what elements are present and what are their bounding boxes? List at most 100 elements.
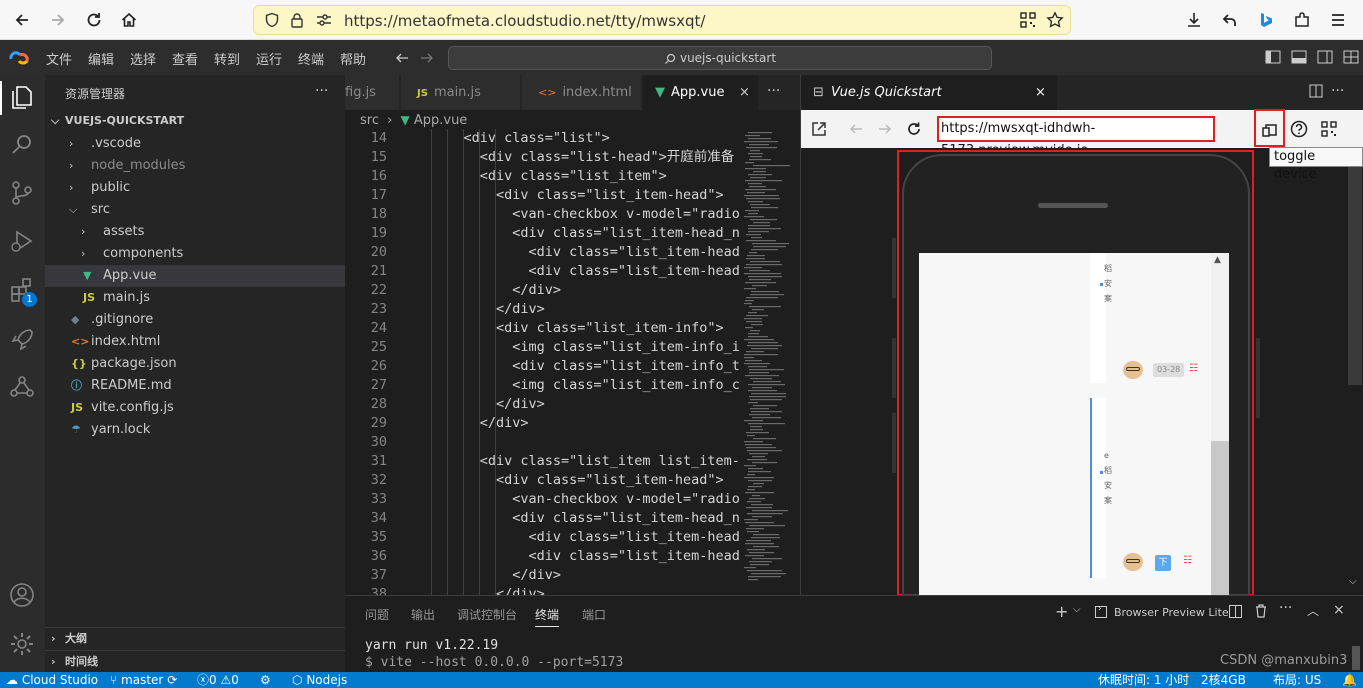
- tree-item[interactable]: ⓘ README.md: [45, 375, 345, 397]
- code-line[interactable]: 26 <div class="list_item-info_t: [345, 357, 740, 376]
- open-external-icon[interactable]: [811, 121, 827, 137]
- add-terminal-icon[interactable]: +: [1055, 602, 1068, 621]
- undo-icon[interactable]: [1218, 8, 1242, 32]
- code-line[interactable]: 33 <van-checkbox v-model="radio: [345, 490, 740, 509]
- tree-item[interactable]: › .vscode: [45, 133, 345, 155]
- close-icon[interactable]: ×: [1035, 75, 1046, 110]
- scrollbar[interactable]: ▲: [1211, 253, 1229, 595]
- customize-layout-icon[interactable]: [1343, 50, 1359, 64]
- tab-main-js[interactable]: JS main.js: [401, 75, 521, 110]
- tree-item[interactable]: ◆ .gitignore: [45, 309, 345, 331]
- scrollbar-thumb[interactable]: [1211, 441, 1229, 595]
- tree-item[interactable]: › public: [45, 177, 345, 199]
- code-line[interactable]: 17 <div class="list_item-head">: [345, 186, 740, 205]
- bing-icon[interactable]: [1254, 8, 1278, 32]
- list-icon[interactable]: ☷: [1183, 555, 1192, 566]
- preview-scrollbar[interactable]: [1348, 148, 1362, 385]
- tab-debug-console[interactable]: 调试控制台: [457, 606, 517, 623]
- branch-indicator[interactable]: ⑂ master ⟳: [110, 672, 177, 688]
- favorite-star-icon[interactable]: [1046, 11, 1064, 29]
- terminal-scrollbar[interactable]: [1352, 646, 1360, 670]
- tab-ports[interactable]: 端口: [582, 606, 606, 623]
- nav-forward-icon[interactable]: [420, 51, 434, 65]
- close-icon[interactable]: ×: [739, 75, 750, 110]
- phone-screen[interactable]: 稻 安 案 03-28 ☷ e 稻 安 案 下 ☷ ▲: [919, 253, 1229, 595]
- code-line[interactable]: 18 <van-checkbox v-model="radio: [345, 205, 740, 224]
- search-sidebar-icon[interactable]: [8, 131, 36, 159]
- code-line[interactable]: 23 </div>: [345, 300, 740, 319]
- code-line[interactable]: 21 <div class="list_item-head_: [345, 262, 740, 281]
- preview-back-icon[interactable]: [849, 122, 863, 136]
- extensions-icon[interactable]: [1290, 8, 1314, 32]
- source-control-icon[interactable]: [8, 179, 36, 207]
- nav-back-icon[interactable]: [395, 51, 409, 65]
- trash-icon[interactable]: [1255, 604, 1267, 618]
- toggle-panel-icon[interactable]: [1291, 50, 1307, 64]
- code-line[interactable]: 28 </div>: [345, 395, 740, 414]
- menu-terminal[interactable]: 终端: [298, 49, 324, 68]
- split-editor-icon[interactable]: [1309, 84, 1323, 98]
- tab-config-js[interactable]: fig.js: [345, 75, 400, 110]
- run-debug-icon[interactable]: [8, 227, 36, 255]
- workspace-root[interactable]: ⌵ VUEJS-QUICKSTART: [45, 110, 345, 132]
- tree-item[interactable]: {} package.json: [45, 353, 345, 375]
- qr-code-icon[interactable]: [1020, 12, 1036, 28]
- tree-item[interactable]: › assets: [45, 221, 345, 243]
- qr-code-icon[interactable]: [1321, 121, 1337, 137]
- menu-edit[interactable]: 编辑: [88, 49, 114, 68]
- code-line[interactable]: 35 <div class="list_item-head_: [345, 528, 740, 547]
- browser-preview-terminal[interactable]: Browser Preview Lite: [1114, 606, 1229, 619]
- toggle-secondary-sidebar-icon[interactable]: [1317, 50, 1333, 64]
- code-line[interactable]: 36 <div class="list_item-head_: [345, 547, 740, 566]
- code-line[interactable]: 30: [345, 433, 740, 452]
- code-line[interactable]: 25 <img class="list_item-info_i: [345, 338, 740, 357]
- code-line[interactable]: 27 <img class="list_item-info_c: [345, 376, 740, 395]
- tree-item[interactable]: › components: [45, 243, 345, 265]
- command-center[interactable]: vuejs-quickstart: [448, 46, 992, 70]
- preview-more-icon[interactable]: ···: [1331, 83, 1344, 99]
- explorer-icon[interactable]: [8, 83, 36, 111]
- tab-preview[interactable]: ⊟ Vue.js Quickstart Demo(node:5173) ×: [801, 75, 1057, 135]
- split-terminal-icon[interactable]: [1229, 605, 1242, 618]
- close-icon[interactable]: ×: [1333, 602, 1345, 618]
- breadcrumb-file[interactable]: App.vue: [414, 113, 467, 128]
- tab-terminal[interactable]: 终端: [535, 606, 560, 627]
- tree-item[interactable]: ⌵ src: [45, 199, 345, 221]
- address-bar[interactable]: https://metaofmeta.cloudstudio.net/tty/m…: [253, 5, 1071, 35]
- preview-forward-icon[interactable]: [878, 122, 892, 136]
- help-icon[interactable]: [1290, 120, 1308, 138]
- code-line[interactable]: 37 </div>: [345, 566, 740, 585]
- downloads-icon[interactable]: [1182, 8, 1206, 32]
- home-icon[interactable]: [117, 8, 141, 32]
- tree-item[interactable]: JS main.js: [45, 287, 345, 309]
- settings-gear-icon[interactable]: [8, 630, 36, 658]
- keyboard-layout[interactable]: 布局: US: [1273, 672, 1321, 688]
- tab-app-vue[interactable]: ▼ App.vue ×: [643, 75, 759, 110]
- menu-selection[interactable]: 选择: [130, 49, 156, 68]
- tree-item[interactable]: › node_modules: [45, 155, 345, 177]
- code-line[interactable]: 34 <div class="list_item-head_na: [345, 509, 740, 528]
- permissions-icon[interactable]: [316, 13, 332, 27]
- toggle-device-button[interactable]: [1254, 109, 1285, 147]
- notifications-bell-icon[interactable]: 🔔: [1342, 672, 1357, 688]
- lock-icon[interactable]: [290, 12, 304, 28]
- back-icon[interactable]: [10, 8, 34, 32]
- machine-spec[interactable]: 2核4GB: [1201, 672, 1246, 688]
- maximize-panel-icon[interactable]: ︿: [1307, 602, 1319, 619]
- scroll-up-icon[interactable]: ▲: [1214, 255, 1221, 265]
- rocket-icon[interactable]: [8, 325, 36, 353]
- cloudstudio-brand[interactable]: ☁ Cloud Studio: [6, 672, 98, 688]
- menu-view[interactable]: 查看: [172, 49, 198, 68]
- code-line[interactable]: 14 <div class="list">: [345, 129, 740, 148]
- code-line[interactable]: 29 </div>: [345, 414, 740, 433]
- sync-icon[interactable]: ⟳: [167, 673, 177, 687]
- toggle-primary-sidebar-icon[interactable]: [1265, 50, 1281, 64]
- menu-go[interactable]: 转到: [214, 49, 240, 68]
- code-line[interactable]: 32 <div class="list_item-head">: [345, 471, 740, 490]
- reload-icon[interactable]: [82, 8, 106, 32]
- code-line[interactable]: 16 <div class="list_item">: [345, 167, 740, 186]
- tree-item[interactable]: JS vite.config.js: [45, 397, 345, 419]
- debug-icon[interactable]: ⚙: [260, 672, 271, 688]
- tree-item[interactable]: ▼ App.vue: [45, 265, 345, 287]
- tree-item[interactable]: ☂ yarn.lock: [45, 419, 345, 441]
